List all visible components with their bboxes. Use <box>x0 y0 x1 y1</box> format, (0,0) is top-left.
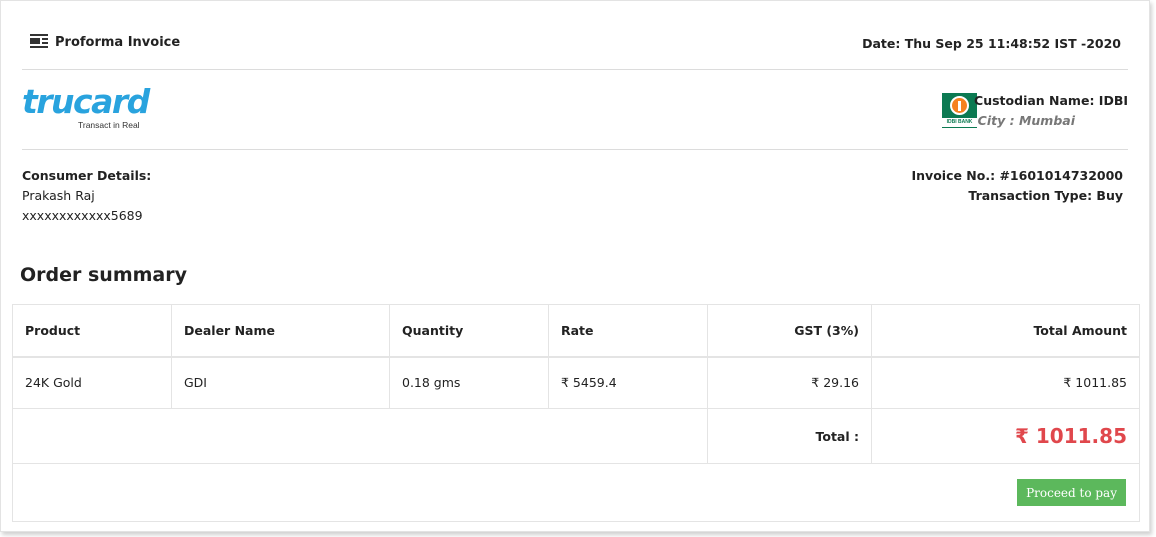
consumer-details-label: Consumer Details: <box>22 168 152 183</box>
idbi-bank-logo: IDBI BANK <box>942 93 977 128</box>
cell-product: 24K Gold <box>12 356 172 409</box>
trucard-logo: trucard Transact in Real <box>22 82 157 136</box>
order-summary-heading: Order summary <box>20 264 188 286</box>
proceed-to-pay-button[interactable]: Proceed to pay <box>1017 479 1126 506</box>
cell-dealer: GDI <box>171 356 390 409</box>
brand-row: trucard Transact in Real IDBI BANK Custo… <box>22 70 1128 150</box>
total-label: Total : <box>707 408 872 464</box>
cell-gst: ₹ 29.16 <box>707 356 872 409</box>
table-header-row: Product Dealer Name Quantity Rate GST (3… <box>12 304 1140 358</box>
action-row: Proceed to pay <box>12 463 1140 522</box>
column-header-gst: GST (3%) <box>707 304 872 358</box>
column-header-total: Total Amount <box>871 304 1140 358</box>
column-header-quantity: Quantity <box>389 304 549 358</box>
transaction-type: Transaction Type: Buy <box>968 188 1123 203</box>
total-value: ₹ 1011.85 <box>871 408 1140 464</box>
invoice-number: Invoice No.: #1601014732000 <box>911 168 1124 183</box>
invoice-card: Proforma Invoice Date: Thu Sep 25 11:48:… <box>0 0 1150 532</box>
invoice-title: Proforma Invoice <box>30 34 180 50</box>
column-header-product: Product <box>12 304 172 358</box>
consumer-name: Prakash Raj <box>22 188 95 203</box>
logo-wordmark: trucard <box>22 82 150 121</box>
cell-total: ₹ 1011.85 <box>871 356 1140 409</box>
column-header-dealer: Dealer Name <box>171 304 390 358</box>
invoice-title-text: Proforma Invoice <box>55 34 181 50</box>
bank-logo-text: IDBI BANK <box>942 118 977 127</box>
custodian-name: Custodian Name: IDBI <box>974 93 1128 108</box>
invoice-date: Date: Thu Sep 25 11:48:52 IST -2020 <box>862 36 1121 51</box>
invoice-icon <box>30 34 48 50</box>
invoice-header: Proforma Invoice Date: Thu Sep 25 11:48:… <box>22 1 1128 70</box>
total-spacer <box>12 408 708 464</box>
logo-tagline: Transact in Real <box>78 120 140 130</box>
action-cell: Proceed to pay <box>12 463 1140 522</box>
total-row: Total : ₹ 1011.85 <box>12 408 1140 464</box>
cell-rate: ₹ 5459.4 <box>548 356 708 409</box>
table-row: 24K Gold GDI 0.18 gms ₹ 5459.4 ₹ 29.16 ₹… <box>12 356 1140 409</box>
cell-quantity: 0.18 gms <box>389 356 549 409</box>
consumer-account: xxxxxxxxxxxx5689 <box>22 208 143 223</box>
column-header-rate: Rate <box>548 304 708 358</box>
custodian-city: City : Mumbai <box>977 113 1075 128</box>
order-summary-table: Product Dealer Name Quantity Rate GST (3… <box>12 304 1140 522</box>
